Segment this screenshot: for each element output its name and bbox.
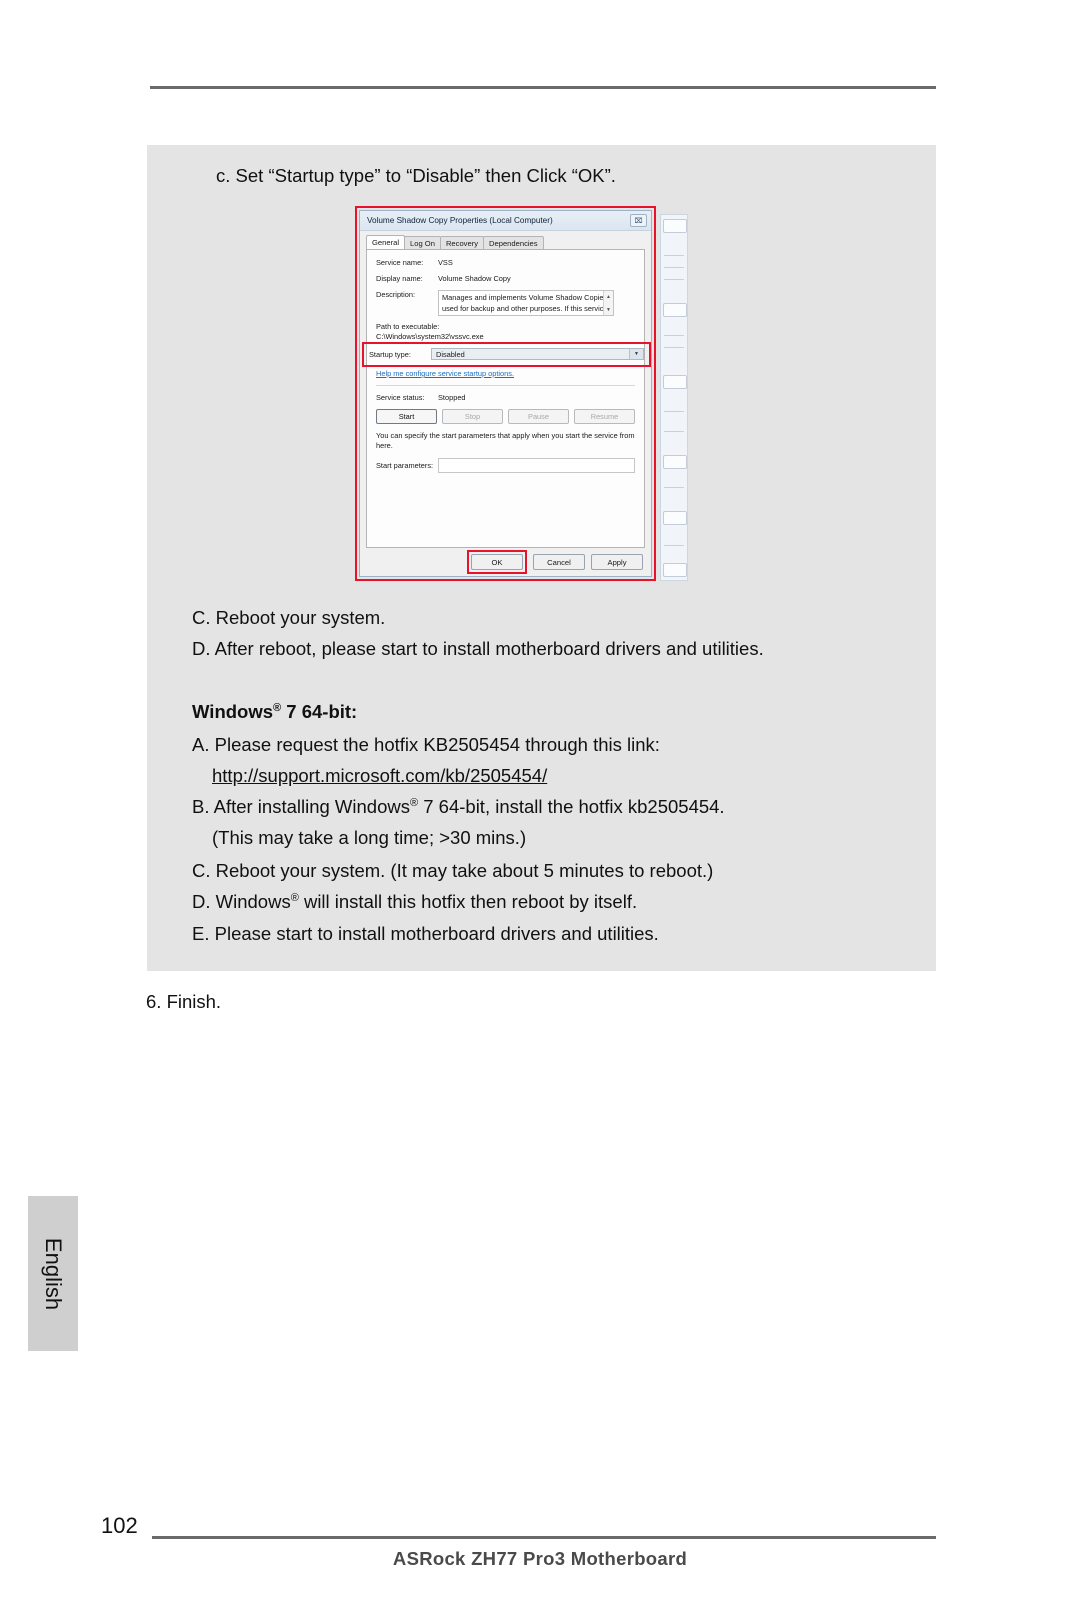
service-name-row: Service name: VSS	[376, 258, 635, 267]
service-name-label: Service name:	[376, 258, 424, 267]
start-button[interactable]: Start	[376, 409, 437, 424]
general-tab-pane: Service name: VSS Display name: Volume S…	[362, 249, 651, 548]
step-c-caption: c. Set “Startup type” to “Disable” then …	[216, 165, 616, 186]
service-status-value: Stopped	[438, 393, 466, 402]
startup-type-highlight: Startup type: Disabled ▼	[362, 342, 651, 367]
language-label: English	[41, 1237, 66, 1310]
display-name-row: Display name: Volume Shadow Copy	[376, 274, 635, 283]
description-value: Manages and implements Volume Shadow Cop…	[442, 293, 608, 313]
scroll-up-icon[interactable]: ▲	[604, 291, 613, 304]
start-parameters-input[interactable]	[438, 458, 635, 473]
win7-heading-prefix: Windows	[192, 701, 274, 722]
win7-step-b: B. After installing Windows® 7 64-bit, i…	[192, 791, 725, 822]
registered-icon: ®	[290, 891, 299, 904]
display-name-value: Volume Shadow Copy	[438, 274, 511, 283]
language-side-tab: English	[28, 1196, 78, 1351]
startup-type-row: Startup type: Disabled ▼	[369, 348, 644, 360]
scroll-down-icon[interactable]: ▼	[604, 304, 613, 315]
win7-step-d-prefix: D. Windows	[192, 891, 291, 912]
win7-step-a: A. Please request the hotfix KB2505454 t…	[192, 734, 660, 755]
description-textbox[interactable]: Manages and implements Volume Shadow Cop…	[438, 290, 614, 316]
help-configure-link[interactable]: Help me configure service startup option…	[376, 369, 635, 378]
win7-64bit-heading: Windows® 7 64-bit:	[192, 696, 357, 727]
pause-button: Pause	[508, 409, 569, 424]
reboot-step-c: C. Reboot your system.	[192, 607, 386, 628]
win7-step-d-suffix: will install this hotfix then reboot by …	[298, 891, 638, 912]
reboot-step-d: D. After reboot, please start to install…	[192, 638, 764, 659]
startup-type-label: Startup type:	[369, 349, 411, 359]
chevron-down-icon[interactable]: ▼	[629, 349, 643, 359]
background-window-sliver	[660, 214, 688, 581]
close-icon[interactable]: ⌧	[630, 214, 647, 227]
service-status-row: Service status: Stopped	[376, 393, 635, 402]
dialog-titlebar: Volume Shadow Copy Properties (Local Com…	[360, 211, 651, 231]
dialog-title: Volume Shadow Copy Properties (Local Com…	[367, 216, 553, 225]
stop-button: Stop	[442, 409, 503, 424]
path-value: C:\Windows\system32\vssvc.exe	[376, 332, 484, 341]
registered-icon: ®	[409, 796, 419, 809]
ok-button-highlight: OK	[467, 550, 527, 574]
service-control-buttons: Start Stop Pause Resume	[376, 409, 635, 424]
resume-button: Resume	[574, 409, 635, 424]
win7-heading-suffix: 7 64-bit:	[281, 701, 358, 722]
header-rule	[150, 86, 936, 89]
tab-recovery[interactable]: Recovery	[439, 236, 485, 250]
start-parameters-row: Start parameters:	[376, 458, 635, 473]
display-name-label: Display name:	[376, 274, 423, 283]
service-properties-dialog: Volume Shadow Copy Properties (Local Com…	[359, 210, 652, 577]
finish-line: 6. Finish.	[146, 991, 222, 1012]
service-status-label: Service status:	[376, 393, 425, 402]
divider	[376, 385, 635, 386]
startup-type-select[interactable]: Disabled ▼	[431, 348, 644, 360]
footer-brand: ASRock ZH77 Pro3 Motherboard	[392, 1548, 688, 1569]
win7-step-b-prefix: B. After installing Windows	[192, 796, 410, 817]
footer-rule	[152, 1536, 936, 1539]
description-label: Description:	[376, 290, 416, 299]
description-scrollbar[interactable]: ▲ ▼	[603, 291, 613, 315]
start-parameters-label: Start parameters:	[376, 461, 434, 470]
hotfix-link[interactable]: http://support.microsoft.com/kb/2505454/	[212, 760, 547, 791]
win7-step-d: D. Windows® will install this hotfix the…	[192, 886, 637, 917]
win7-step-b-suffix: 7 64-bit, install the hotfix kb2505454.	[418, 796, 725, 817]
dialog-screenshot: Volume Shadow Copy Properties (Local Com…	[355, 206, 688, 581]
tab-log-on[interactable]: Log On	[404, 236, 441, 250]
path-label: Path to executable:	[376, 322, 440, 331]
start-parameters-note: You can specify the start parameters tha…	[376, 431, 635, 450]
win7-step-c: C. Reboot your system. (It may take abou…	[192, 860, 714, 881]
tab-general[interactable]: General	[366, 235, 406, 250]
dialog-footer: OK Cancel Apply	[360, 548, 651, 576]
dialog-body: General Log On Recovery Dependencies Ser…	[360, 231, 651, 548]
tab-dependencies[interactable]: Dependencies	[483, 236, 544, 250]
apply-button[interactable]: Apply	[591, 554, 643, 570]
description-row: Description: Manages and implements Volu…	[376, 290, 635, 316]
service-name-value: VSS	[438, 258, 453, 267]
startup-type-value: Disabled	[436, 349, 465, 359]
dialog-tabs: General Log On Recovery Dependencies	[366, 235, 645, 250]
win7-step-b-note: (This may take a long time; >30 mins.)	[212, 827, 527, 848]
win7-step-e: E. Please start to install motherboard d…	[192, 923, 659, 944]
cancel-button[interactable]: Cancel	[533, 554, 585, 570]
registered-icon: ®	[273, 701, 282, 714]
ok-button[interactable]: OK	[471, 554, 523, 570]
page-number: 102	[101, 1513, 138, 1538]
